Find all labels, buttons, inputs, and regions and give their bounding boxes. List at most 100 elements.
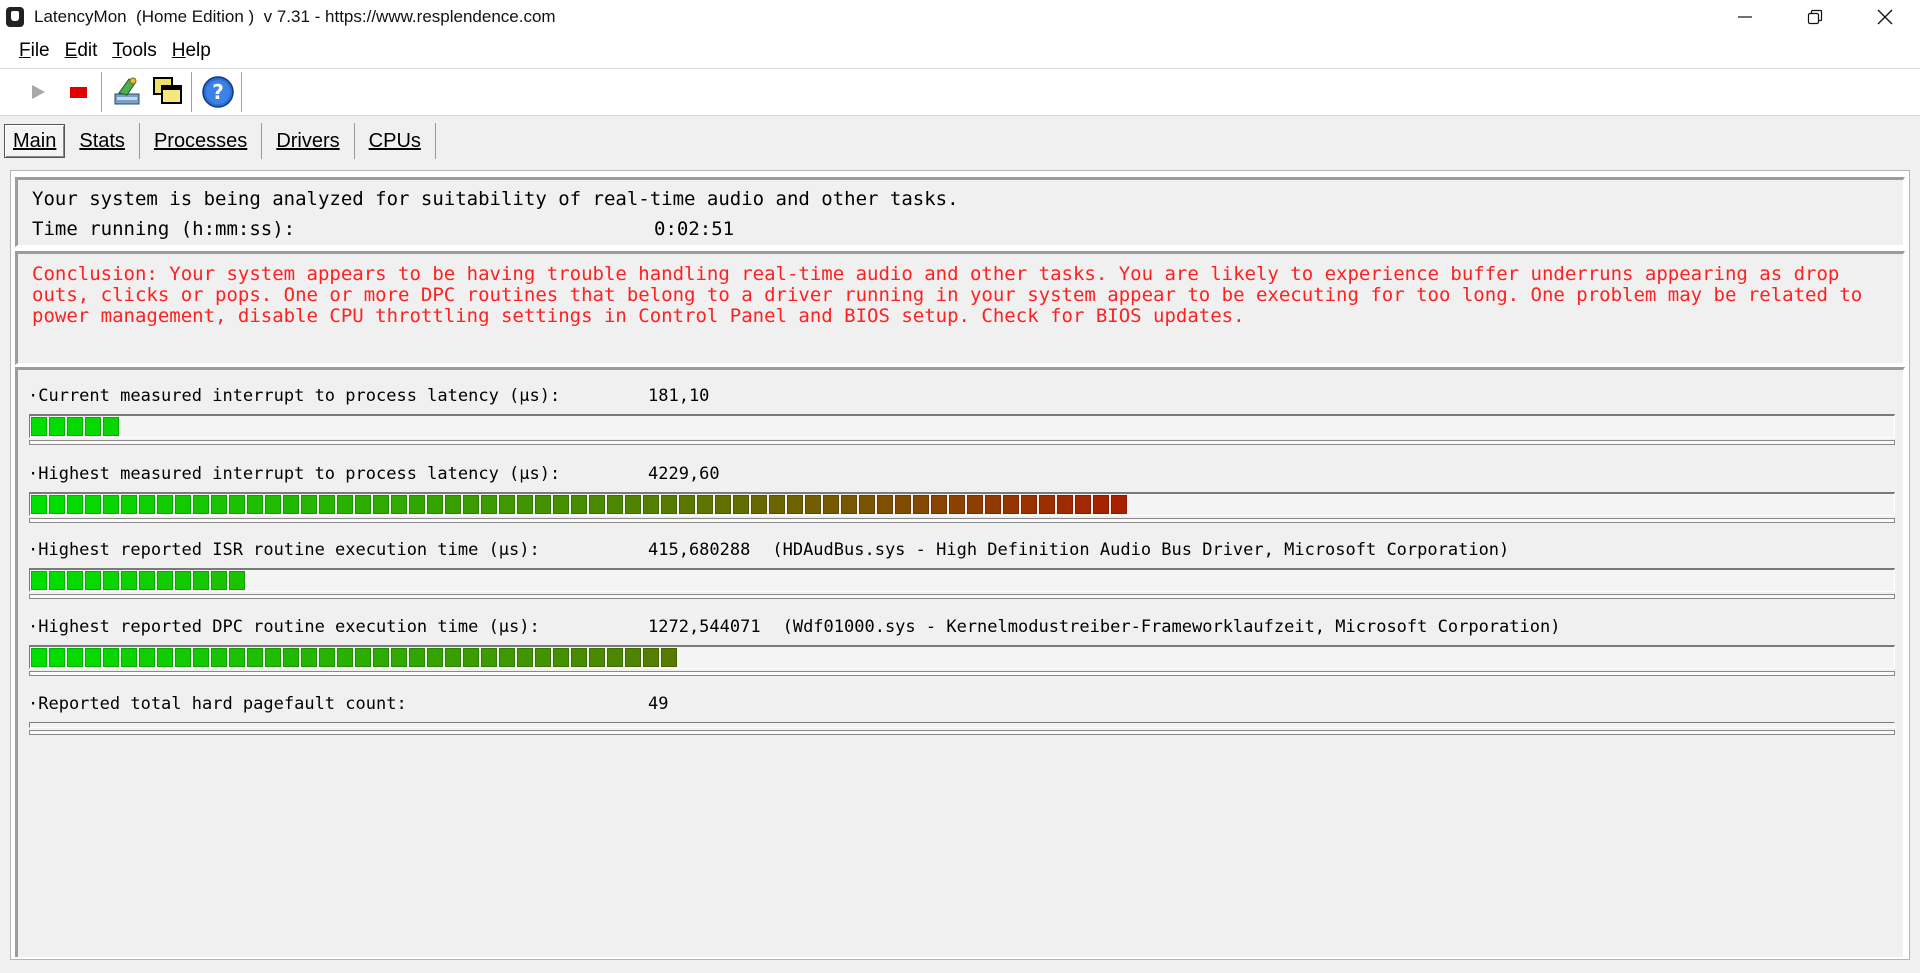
bar-segment [373,648,389,667]
bar-segment [175,495,191,514]
bar-segment [967,495,983,514]
bar-segment [121,648,137,667]
bar-segment [337,648,353,667]
bar-segment [31,571,47,590]
toolbar-separator [241,72,245,112]
toolbar-separator [191,72,195,112]
bar-segment [949,495,965,514]
bar-segment [427,495,443,514]
minimize-button[interactable] [1710,0,1780,34]
close-button[interactable] [1850,0,1920,34]
bar-segment [823,495,839,514]
bar-segment [985,495,1001,514]
bar-segment [427,648,443,667]
bar-segment [85,571,101,590]
bar-segment [265,495,281,514]
bar-segment [787,495,803,514]
bar-segment [103,648,119,667]
bar-segment [139,495,155,514]
bar-segment [409,648,425,667]
bar-segment [139,648,155,667]
start-button[interactable] [18,72,58,112]
bar-segment [85,417,101,436]
bar-segment [157,648,173,667]
bar-segment [445,495,461,514]
bar-segment [229,648,245,667]
restore-button[interactable] [1780,0,1850,34]
bar-segment [157,571,173,590]
metric-value: 4229,60 [648,464,720,484]
bar-segment [229,571,245,590]
bar-segment [67,571,83,590]
bar-segment [121,495,137,514]
tab-drivers[interactable]: Drivers [262,123,355,159]
metrics-panel: ·Current measured interrupt to process l… [15,367,1905,957]
bar-segment [67,417,83,436]
status-panel: Your system is being analyzed for suitab… [15,177,1905,247]
menu-tools[interactable]: Tools [112,40,156,62]
bar-segment [643,495,659,514]
bar-segment [211,571,227,590]
bar-segment [1057,495,1073,514]
menu-help[interactable]: Help [172,40,211,62]
tab-bar: Main Stats Processes Drivers CPUs [0,118,436,164]
bar-segment [265,648,281,667]
bar-segment [463,648,479,667]
metric-value: 415,680288 (HDAudBus.sys - High Definitio… [648,540,1510,560]
bar-segment [31,495,47,514]
bar-segment [283,648,299,667]
bar-segment [661,648,677,667]
bar-segment [301,648,317,667]
help-button[interactable]: ? [198,72,238,112]
minimize-icon [1738,16,1752,18]
tab-main[interactable]: Main [4,124,66,158]
bar-segment [85,648,101,667]
bar-segment [319,495,335,514]
bar-segment [211,648,227,667]
bar-segment [283,495,299,514]
tab-cpus[interactable]: CPUs [355,123,436,159]
bar-segment [1039,495,1055,514]
bar-segment [193,571,209,590]
menu-file[interactable]: File [19,40,50,62]
bar-segment [679,495,695,514]
bar-segment [103,571,119,590]
tab-processes[interactable]: Processes [140,123,263,159]
svg-text:?: ? [212,80,224,104]
bar-segment [643,648,659,667]
bar-segment [535,648,551,667]
menu-edit[interactable]: Edit [65,40,98,62]
bar-segment [49,571,65,590]
bar-segment [355,648,371,667]
windows-icon [153,77,182,104]
bar-segment [841,495,857,514]
bar-segment [391,648,407,667]
isr-execution-bar [29,568,1895,599]
bar-segment [1003,495,1019,514]
bar-segment [751,495,767,514]
windows-button[interactable] [148,72,188,112]
bar-segment [103,417,119,436]
play-icon [32,85,45,99]
bar-segment [85,495,101,514]
bar-segment [607,648,623,667]
conclusion-text: Conclusion: Your system appears to be ha… [32,263,1863,327]
bar-segment [49,495,65,514]
pagefault-separator [29,722,1895,735]
tab-stats[interactable]: Stats [65,123,140,159]
help-icon: ? [202,76,234,108]
bar-segment [229,495,245,514]
metric-label: ·Highest reported ISR routine execution … [28,540,540,560]
toolbar: ? [0,69,1920,116]
bar-segment [175,648,191,667]
bar-segment [1021,495,1037,514]
bar-segment [1093,495,1109,514]
bar-segment [589,648,605,667]
bar-segment [31,417,47,436]
bar-segment [877,495,893,514]
hardware-wizard-button[interactable] [108,72,148,112]
bar-segment [193,495,209,514]
bar-segment [31,648,47,667]
bar-segment [247,495,263,514]
stop-button[interactable] [58,72,98,112]
